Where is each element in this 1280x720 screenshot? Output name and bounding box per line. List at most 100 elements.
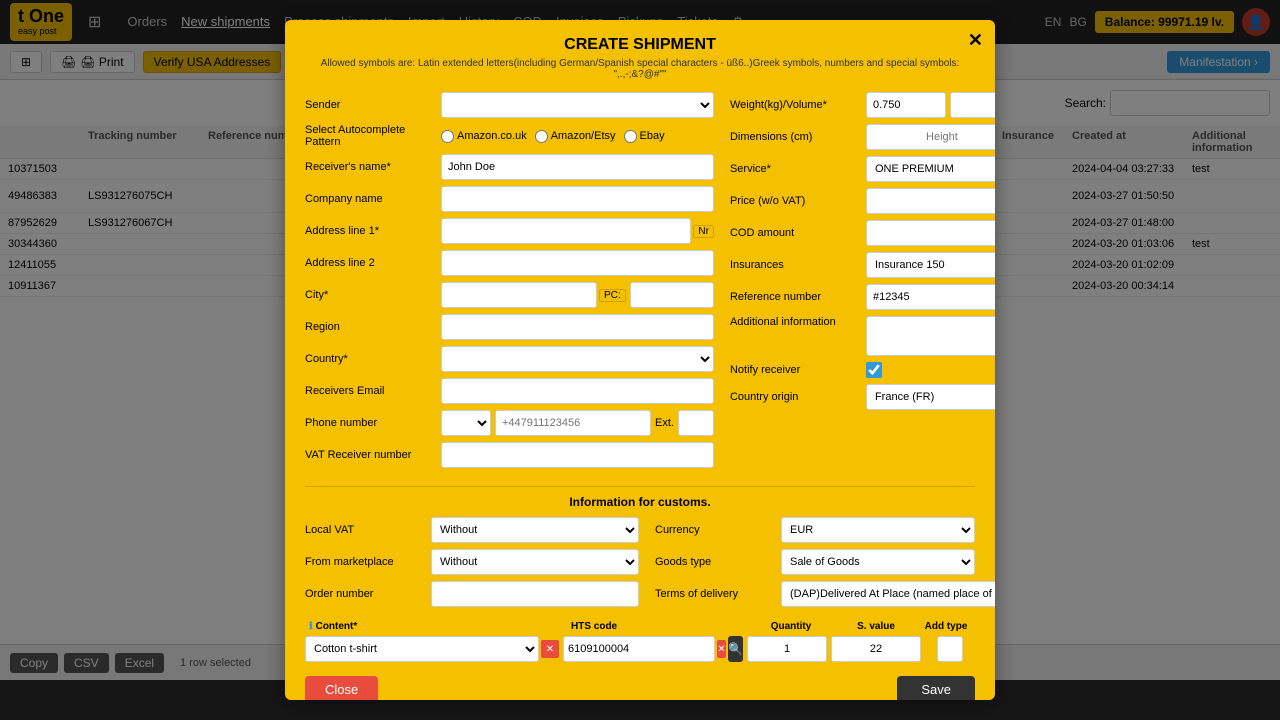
currency-row: Currency EUR [655, 517, 975, 543]
vat-input[interactable] [441, 442, 714, 468]
phone-input[interactable] [495, 410, 651, 436]
modal-notice: Allowed symbols are: Latin extended lett… [305, 58, 975, 80]
country-origin-label: Country origin [730, 391, 860, 403]
reference-input[interactable] [866, 284, 995, 310]
notify-row: Notify receiver [730, 362, 995, 378]
address2-label: Address line 2 [305, 257, 435, 269]
cod-input[interactable] [866, 220, 995, 246]
items-header: ℹ Content* HTS code Quantity S. value Ad… [305, 621, 975, 632]
dimensions-row: Dimensions (cm) [730, 124, 995, 150]
country-label: Country* [305, 353, 435, 365]
phone-ext-input[interactable] [678, 410, 714, 436]
item-hts-wrap: ✕ 🔍 [563, 636, 743, 662]
local-vat-row: Local VAT Without [305, 517, 639, 543]
receiver-name-input[interactable] [441, 154, 714, 180]
weight-label: Weight(kg)/Volume* [730, 99, 860, 111]
order-number-label: Order number [305, 588, 425, 600]
modal-close-icon[interactable]: ✕ [968, 30, 983, 51]
modal-title: CREATE SHIPMENT [305, 36, 975, 54]
email-label: Receivers Email [305, 385, 435, 397]
vat-row: VAT Receiver number [305, 442, 714, 468]
sender-select[interactable] [441, 92, 714, 118]
content-clear-button[interactable]: ✕ [541, 640, 559, 658]
from-marketplace-label: From marketplace [305, 556, 425, 568]
sender-row: Sender [305, 92, 714, 118]
item-quantity-input[interactable] [747, 636, 827, 662]
reference-row: Reference number [730, 284, 995, 310]
cod-row: COD amount EUR [730, 220, 995, 246]
service-row: Service* ONE PREMIUM [730, 156, 995, 182]
customs-right: Currency EUR Goods type Sale of Goods Te… [655, 517, 975, 613]
terms-delivery-label: Terms of delivery [655, 588, 775, 600]
country-origin-select[interactable]: France (FR) [866, 384, 995, 410]
order-number-input[interactable] [431, 581, 639, 607]
receiver-name-row: Receiver's name* [305, 154, 714, 180]
from-marketplace-select[interactable]: Without [431, 549, 639, 575]
postcode-input[interactable] [630, 282, 714, 308]
pattern-amazon-etsy[interactable]: Amazon/Etsy [535, 130, 616, 143]
customs-body: Local VAT Without From marketplace Witho… [305, 517, 975, 613]
insurances-label: Insurances [730, 259, 860, 271]
pattern-amazon-uk[interactable]: Amazon.co.uk [441, 130, 527, 143]
goods-type-select[interactable]: Sale of Goods [781, 549, 975, 575]
region-row: Region [305, 314, 714, 340]
weight-input[interactable] [866, 92, 946, 118]
customs-section: Information for customs. Local VAT Witho… [305, 486, 975, 662]
city-input[interactable] [441, 282, 597, 308]
region-label: Region [305, 321, 435, 333]
city-label: City* [305, 289, 435, 301]
terms-delivery-row: Terms of delivery (DAP)Delivered At Plac… [655, 581, 975, 607]
from-marketplace-row: From marketplace Without [305, 549, 639, 575]
pattern-ebay[interactable]: Ebay [624, 130, 665, 143]
service-label: Service* [730, 163, 860, 175]
hts-code-input[interactable] [563, 636, 715, 662]
notify-label: Notify receiver [730, 364, 860, 376]
add-type-button[interactable] [937, 636, 963, 662]
customs-left: Local VAT Without From marketplace Witho… [305, 517, 639, 613]
volume-input[interactable] [950, 92, 995, 118]
region-input[interactable] [441, 314, 714, 340]
address1-input[interactable] [441, 218, 691, 244]
close-modal-button[interactable]: Close [305, 676, 378, 700]
address2-row: Address line 2 [305, 250, 714, 276]
address1-label: Address line 1* [305, 225, 435, 237]
email-input[interactable] [441, 378, 714, 404]
modal-right-column: Weight(kg)/Volume* Dimensions (cm) [730, 92, 995, 474]
company-name-input[interactable] [441, 186, 714, 212]
terms-delivery-select[interactable]: (DAP)Delivered At Place (named place of … [781, 581, 995, 607]
hts-clear-button[interactable]: ✕ [717, 640, 726, 658]
phone-code-select[interactable] [441, 410, 491, 436]
additional-info-row: Additional information [730, 316, 995, 356]
currency-select[interactable]: EUR [781, 517, 975, 543]
local-vat-select[interactable]: Without [431, 517, 639, 543]
modal-overlay: ✕ CREATE SHIPMENT Allowed symbols are: L… [0, 0, 1280, 720]
item-content-select[interactable]: Cotton t-shirt [305, 636, 539, 662]
goods-type-row: Goods type Sale of Goods [655, 549, 975, 575]
insurances-select[interactable]: Insurance 150 [866, 252, 995, 278]
content-info-icon: ℹ [309, 621, 313, 632]
customs-title: Information for customs. [305, 495, 975, 509]
additional-info-textarea[interactable] [866, 316, 995, 356]
notify-checkbox[interactable] [866, 362, 882, 378]
order-number-row: Order number [305, 581, 639, 607]
country-origin-row: Country origin France (FR) [730, 384, 995, 410]
company-name-label: Company name [305, 193, 435, 205]
phone-row: Phone number Ext. [305, 410, 714, 436]
local-vat-label: Local VAT [305, 524, 425, 536]
reference-label: Reference number [730, 291, 860, 303]
vat-label: VAT Receiver number [305, 449, 435, 461]
save-button[interactable]: Save [897, 676, 975, 700]
phone-label: Phone number [305, 417, 435, 429]
address2-input[interactable] [441, 250, 714, 276]
hts-search-button[interactable]: 🔍 [728, 636, 743, 662]
price-input[interactable] [866, 188, 995, 214]
nr-badge: Nr [693, 225, 714, 238]
height-input[interactable] [866, 124, 995, 150]
cod-label: COD amount [730, 227, 860, 239]
country-select[interactable] [441, 346, 714, 372]
service-select[interactable]: ONE PREMIUM [866, 156, 995, 182]
item-svalue-input[interactable] [831, 636, 921, 662]
autocomplete-label: Select Autocomplete Pattern [305, 124, 435, 148]
city-row: City* PC: [305, 282, 714, 308]
dimensions-label: Dimensions (cm) [730, 131, 860, 143]
